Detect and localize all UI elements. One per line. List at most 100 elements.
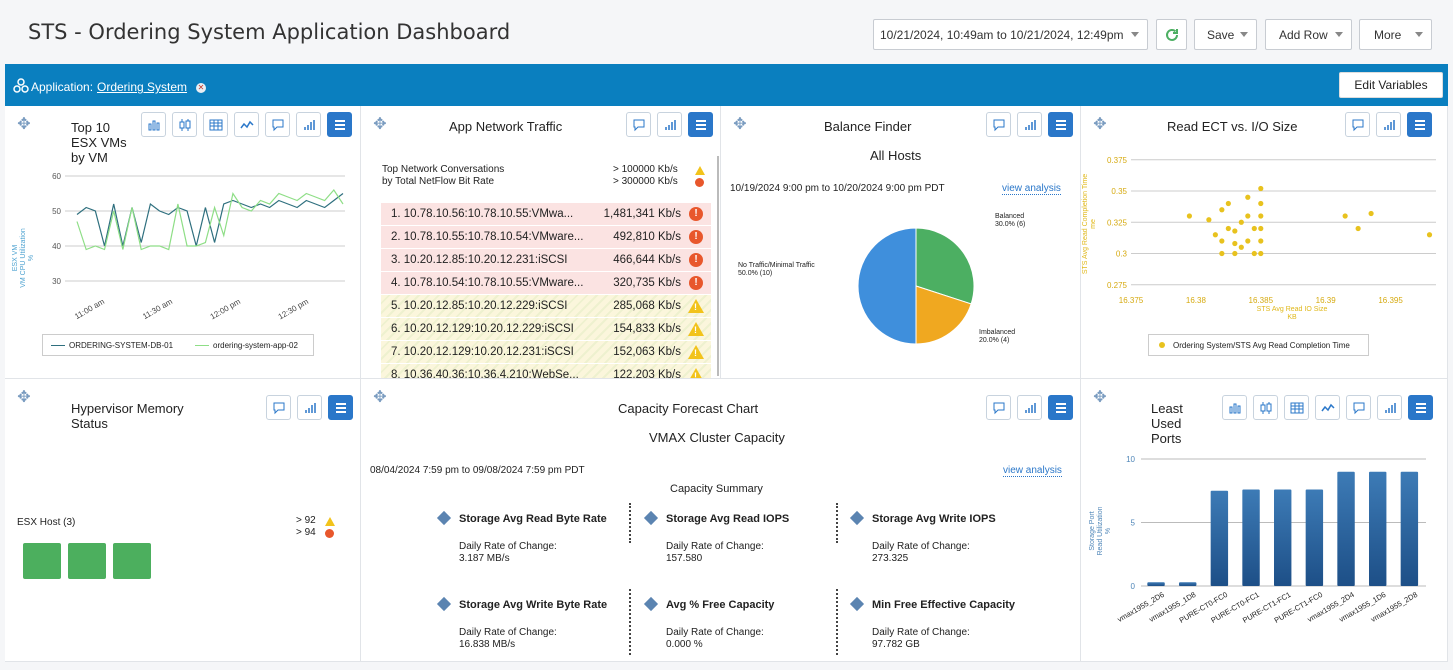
xlabel-line: STS Avg Read IO Size (1256, 306, 1328, 313)
save-button[interactable]: Save (1194, 19, 1257, 50)
table-button[interactable] (1284, 395, 1309, 420)
host-status-tile[interactable] (23, 543, 61, 579)
menu-button[interactable] (328, 395, 353, 420)
legend-item: ORDERING-SYSTEM-DB-01 (69, 340, 174, 350)
legend-item: ordering-system-app-02 (213, 340, 298, 350)
x-tick-label: 12:30 pm (277, 297, 311, 321)
table-button[interactable] (203, 112, 228, 137)
comment-button[interactable] (266, 395, 291, 420)
balance-pie-chart (857, 227, 975, 345)
comment-icon (272, 119, 283, 131)
title-line: Ports (1151, 431, 1182, 446)
chevron-down-icon (1335, 32, 1343, 37)
view-analysis-link[interactable]: view analysis (1002, 183, 1061, 195)
signal-button[interactable] (1377, 395, 1402, 420)
rate-cell: 152,063 Kb/s (613, 346, 681, 358)
menu-button[interactable] (1408, 395, 1433, 420)
menu-button[interactable] (1048, 395, 1073, 420)
signal-button[interactable] (657, 112, 682, 137)
line-chart-button[interactable] (234, 112, 259, 137)
signal-button[interactable] (297, 395, 322, 420)
scatter-point (1251, 225, 1257, 232)
table-row[interactable]: 7. 10.20.12.129:10.20.12.231:iSCSI 152,06… (381, 341, 711, 363)
comment-button[interactable] (986, 395, 1011, 420)
bar (1179, 582, 1197, 586)
warning-icon: ! (688, 368, 704, 378)
refresh-button[interactable] (1156, 19, 1187, 50)
move-icon[interactable]: ✥ (371, 389, 389, 407)
menu-button[interactable] (327, 112, 352, 137)
table-row[interactable]: 4. 10.78.10.54:10.78.10.55:VMware... 320,… (381, 272, 711, 294)
ylabel-line: ESX VM (12, 244, 19, 272)
bar (1274, 489, 1292, 586)
comment-button[interactable] (626, 112, 651, 137)
more-button[interactable]: More (1359, 19, 1432, 50)
capacity-item-detail: Daily Rate of Change: 273.325 (872, 541, 970, 565)
line-chart-icon (239, 120, 254, 128)
scrollbar[interactable] (717, 156, 719, 376)
remove-filter-icon[interactable]: ✕ (196, 83, 206, 93)
move-icon[interactable]: ✥ (1091, 116, 1109, 134)
table-row[interactable]: 2. 10.78.10.55:10.78.10.54:VMware... 492,… (381, 226, 711, 248)
application-value[interactable]: Ordering System (97, 80, 187, 94)
subtitle-line: Top Network Conversations (382, 164, 505, 175)
signal-bars-icon (1024, 402, 1036, 413)
slice-label-name: Imbalanced (979, 329, 1016, 336)
signal-button[interactable] (1017, 112, 1042, 137)
scatter-point (1232, 240, 1238, 247)
table-row[interactable]: 1. 10.78.10.56:10.78.10.55:VMwa... 1,481,… (381, 203, 711, 225)
rate-cell: 492,810 Kb/s (613, 231, 681, 243)
comment-icon (993, 402, 1004, 414)
pie-label-imbalanced: Imbalanced 20.0% (4) (979, 329, 1015, 345)
menu-button[interactable] (1407, 112, 1432, 137)
move-icon[interactable]: ✥ (371, 116, 389, 134)
chart-legend: Ordering System/STS Avg Read Completion … (1148, 334, 1369, 356)
add-row-button[interactable]: Add Row (1265, 19, 1352, 50)
signal-button[interactable] (1376, 112, 1401, 137)
signal-bars-icon (303, 119, 315, 130)
table-row[interactable]: 6. 10.20.12.129:10.20.12.229:iSCSI 154,83… (381, 318, 711, 340)
comment-button[interactable] (986, 112, 1011, 137)
host-status-tile[interactable] (113, 543, 151, 579)
move-icon[interactable]: ✥ (15, 116, 33, 134)
scatter-point (1258, 200, 1264, 207)
move-icon[interactable]: ✥ (15, 389, 33, 407)
table-row[interactable]: 8. 10.36.40.36:10.36.4.210:WebSe... 122,2… (381, 364, 711, 378)
bar-chart-button[interactable] (141, 112, 166, 137)
menu-icon (1415, 402, 1426, 413)
line-chart-button[interactable] (1315, 395, 1340, 420)
scatter-point (1232, 250, 1238, 257)
comment-button[interactable] (1346, 395, 1371, 420)
critical-icon: ! (689, 253, 703, 267)
signal-button[interactable] (296, 112, 321, 137)
menu-button[interactable] (1048, 112, 1073, 137)
capacity-summary-title: Capacity Summary (670, 483, 763, 495)
time-range-select[interactable]: 10/21/2024, 10:49am to 10/21/2024, 12:49… (873, 19, 1148, 50)
bar-chart-button[interactable] (1222, 395, 1247, 420)
scatter-point (1426, 232, 1433, 238)
refresh-icon (1165, 28, 1178, 41)
detail-label: Daily Rate of Change: (459, 627, 557, 638)
save-label: Save (1207, 27, 1235, 42)
edit-variables-button[interactable]: Edit Variables (1339, 72, 1443, 98)
application-icon (13, 78, 29, 93)
boxplot-button[interactable] (172, 112, 197, 137)
legend-line-icon (195, 344, 210, 346)
comment-button[interactable] (1345, 112, 1370, 137)
time-range-value: 10/21/2024, 10:49am to 10/21/2024, 12:49… (880, 27, 1124, 42)
table-row[interactable]: 3. 10.20.12.85:10.20.12.231:iSCSI 466,644… (381, 249, 711, 271)
signal-button[interactable] (1017, 395, 1042, 420)
add-row-label: Add Row (1279, 27, 1328, 42)
ylabel-line: % (28, 254, 35, 262)
comment-button[interactable] (265, 112, 290, 137)
boxplot-button[interactable] (1253, 395, 1278, 420)
view-analysis-link[interactable]: view analysis (1003, 465, 1062, 477)
move-icon[interactable]: ✥ (731, 116, 749, 134)
menu-button[interactable] (688, 112, 713, 137)
signal-bars-icon (1384, 402, 1396, 413)
panel-hypervisor-memory: ✥ Hypervisor Memory Status ESX Host (3) … (5, 379, 361, 662)
threshold-critical: > 94 (296, 527, 316, 538)
move-icon[interactable]: ✥ (1091, 389, 1109, 407)
table-row[interactable]: 5. 10.20.12.85:10.20.12.229:iSCSI 285,068… (381, 295, 711, 317)
host-status-tile[interactable] (68, 543, 106, 579)
